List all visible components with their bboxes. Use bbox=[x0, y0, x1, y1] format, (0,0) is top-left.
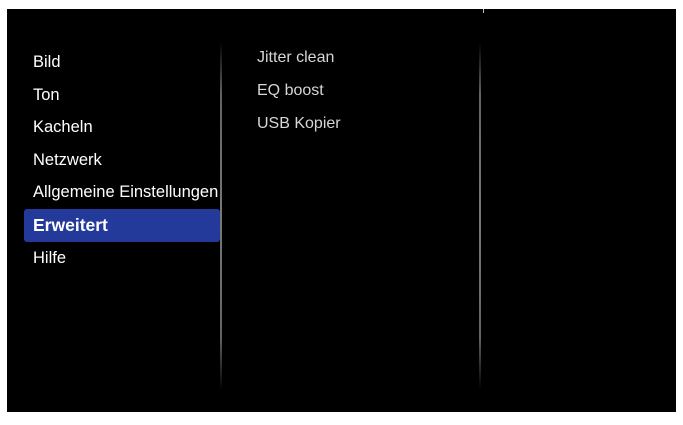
menu-item-kacheln[interactable]: Kacheln bbox=[24, 111, 220, 144]
menu-item-label: Bild bbox=[33, 53, 61, 71]
menu-item-netzwerk[interactable]: Netzwerk bbox=[24, 144, 220, 177]
submenu-item-eq-boost[interactable]: EQ boost bbox=[253, 74, 473, 107]
menu-item-allgemeine-einstellungen[interactable]: Allgemeine Einstellungen bbox=[24, 176, 220, 209]
column-divider bbox=[220, 42, 222, 390]
menu-item-hilfe[interactable]: Hilfe bbox=[24, 242, 220, 275]
submenu-item-label: EQ boost bbox=[257, 82, 324, 99]
sub-menu: Jitter clean EQ boost USB Kopier bbox=[253, 41, 473, 140]
menu-item-ton[interactable]: Ton bbox=[24, 79, 220, 112]
column-divider bbox=[479, 42, 481, 390]
settings-screen: Bild Ton Kacheln Netzwerk Allgemeine Ein… bbox=[7, 9, 676, 412]
menu-item-label: Kacheln bbox=[33, 118, 93, 136]
submenu-item-jitter-clean[interactable]: Jitter clean bbox=[253, 41, 473, 74]
menu-item-label: Allgemeine Einstellungen bbox=[33, 183, 219, 201]
submenu-item-label: USB Kopier bbox=[257, 115, 341, 132]
menu-item-label: Netzwerk bbox=[33, 150, 102, 169]
menu-item-erweitert[interactable]: Erweitert bbox=[24, 208, 220, 242]
menu-item-label: Hilfe bbox=[33, 248, 67, 267]
menu-item-label: Erweitert bbox=[33, 214, 108, 235]
submenu-item-usb-kopier[interactable]: USB Kopier bbox=[253, 107, 473, 140]
submenu-item-label: Jitter clean bbox=[257, 49, 335, 66]
menu-item-bild[interactable]: Bild bbox=[24, 46, 220, 79]
main-menu: Bild Ton Kacheln Netzwerk Allgemeine Ein… bbox=[24, 46, 220, 274]
menu-item-label: Ton bbox=[33, 85, 60, 104]
top-marker bbox=[483, 9, 484, 13]
